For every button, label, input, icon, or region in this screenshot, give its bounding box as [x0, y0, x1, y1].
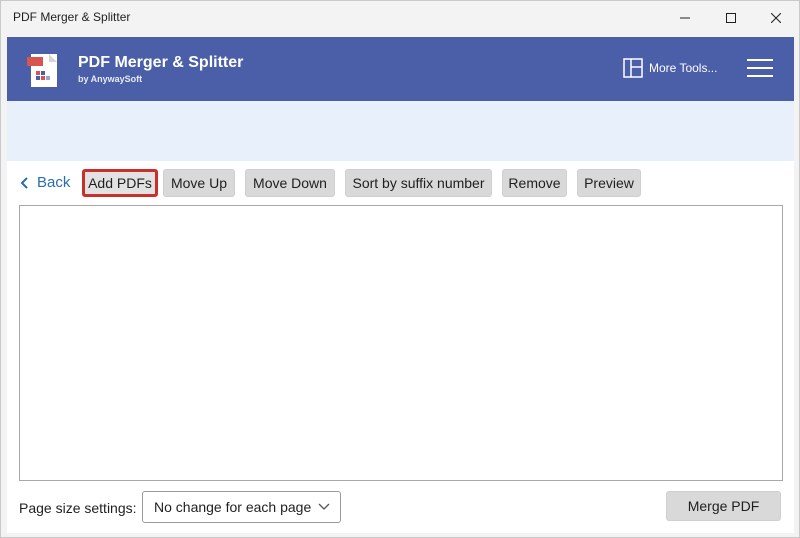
app-subtitle: by AnywaySoft — [78, 74, 143, 84]
maximize-button[interactable] — [708, 1, 754, 34]
minimize-icon — [680, 17, 690, 18]
pdf-logo-icon — [27, 54, 57, 87]
app-title: PDF Merger & Splitter — [78, 54, 244, 71]
close-icon — [771, 12, 781, 23]
move-up-button[interactable]: Move Up — [163, 169, 235, 197]
minimize-button[interactable] — [662, 1, 708, 34]
chevron-left-icon — [20, 176, 28, 189]
merge-pdf-button[interactable]: Merge PDF — [666, 491, 781, 521]
chevron-down-icon — [318, 503, 330, 510]
hamburger-menu-icon[interactable] — [747, 57, 773, 79]
page-size-label: Page size settings: — [19, 500, 137, 516]
title-bar: PDF Merger & Splitter — [1, 1, 799, 34]
back-label: Back — [37, 174, 71, 191]
move-down-button[interactable]: Move Down — [245, 169, 335, 197]
page-size-value: No change for each page — [154, 499, 312, 515]
header-band — [7, 101, 794, 161]
maximize-icon — [726, 12, 736, 23]
page-size-select[interactable]: No change for each page — [142, 491, 341, 523]
toolbar: Back Add PDFs Move Up Move Down Sort by … — [7, 169, 794, 197]
preview-button[interactable]: Preview — [577, 169, 641, 197]
content-area: Back Add PDFs Move Up Move Down Sort by … — [7, 161, 794, 533]
back-button[interactable]: Back — [19, 174, 70, 191]
more-tools-button[interactable]: More Tools... — [623, 57, 717, 79]
pdf-file-list[interactable] — [19, 205, 783, 481]
add-pdfs-button[interactable]: Add PDFs — [82, 169, 158, 197]
sort-by-suffix-button[interactable]: Sort by suffix number — [345, 169, 492, 197]
more-tools-label: More Tools... — [649, 61, 718, 75]
window-title: PDF Merger & Splitter — [13, 10, 131, 24]
remove-button[interactable]: Remove — [502, 169, 567, 197]
app-window: PDF Merger & Splitter PDF Merger & Split… — [0, 0, 800, 538]
grid-layout-icon — [623, 58, 643, 78]
app-header: PDF Merger & Splitter by AnywaySoft More… — [7, 37, 794, 101]
close-button[interactable] — [753, 1, 799, 34]
